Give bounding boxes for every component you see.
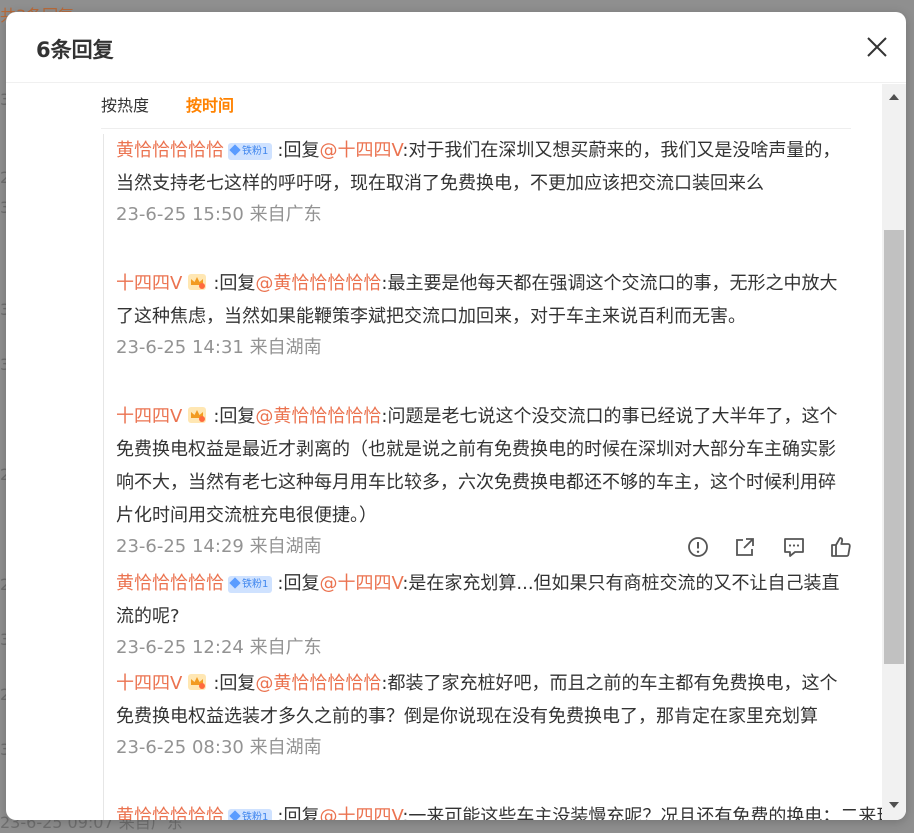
dialog-title: 6条回复 xyxy=(36,38,114,62)
tab-by-time[interactable]: 按时间 xyxy=(186,92,234,116)
comment-button[interactable] xyxy=(782,535,806,559)
share-button[interactable] xyxy=(733,535,757,559)
fan-badge: 铁粉1 xyxy=(228,809,273,820)
crown-badge-icon xyxy=(188,274,207,290)
reply-time: 23-6-25 12:24 xyxy=(116,637,244,658)
reply-username[interactable]: 黄恰恰恰恰恰 xyxy=(116,140,224,161)
reply-body: 十四四V:回复@黄恰恰恰恰恰:最主要是他每天都在强调这个交流口的事，无形之中放大… xyxy=(116,267,851,333)
reply-body: 黄恰恰恰恰恰 铁粉1 :回复@十四四V:一来可能这些车主没装慢充呢？况且还有免费的换… xyxy=(116,800,894,820)
diamond-icon xyxy=(229,577,241,589)
reply-username[interactable]: 十四四V xyxy=(116,273,182,294)
reply-source: 来自湖南 xyxy=(249,536,322,557)
fan-badge: 铁粉1 xyxy=(228,576,273,593)
scrollbar-thumb[interactable] xyxy=(884,230,904,664)
reply-username[interactable]: 十四四V xyxy=(116,673,182,694)
reply-text: :对于我们在深圳又想买蔚来的，我们又是没啥声量的，当然支持老七这样的呼吁呀，现在… xyxy=(116,140,841,194)
mention-link[interactable]: @十四四V xyxy=(319,573,402,594)
reply-time: 23-6-25 14:29 xyxy=(116,536,244,557)
reply-source: 来自湖南 xyxy=(249,337,322,358)
replies-dialog: 6条回复 按热度 按时间 黄恰恰恰恰恰 铁粉1:回复@十四四V:对于我们在深圳又想… xyxy=(6,12,906,820)
reply-body: 十四四V:回复@黄恰恰恰恰恰:问题是老七说这个没交流口的事已经说了大半年了，这个… xyxy=(116,400,851,532)
reply-prefix: :回复 xyxy=(213,406,256,427)
reply-item: 黄恰恰恰恰恰 铁粉1:回复@十四四V:是在家充划算...但如果只有商桩交流的又不让… xyxy=(116,567,851,663)
share-icon xyxy=(736,538,754,556)
reply-source: 来自湖南 xyxy=(249,737,322,758)
mention-link[interactable]: @黄恰恰恰恰恰 xyxy=(255,273,381,294)
tabs-divider xyxy=(101,128,851,129)
reply-meta: 23-6-25 12:24 来自广东 xyxy=(116,633,851,663)
reply-prefix: :回复 xyxy=(277,806,320,820)
reply-prefix: :回复 xyxy=(277,140,320,161)
reply-prefix: :回复 xyxy=(277,573,320,594)
scroll-down-arrow-icon[interactable] xyxy=(889,802,899,808)
report-icon xyxy=(688,537,708,557)
mention-link[interactable]: @黄恰恰恰恰恰 xyxy=(255,406,381,427)
scrollbar[interactable] xyxy=(882,84,906,820)
reply-source: 来自广东 xyxy=(249,637,322,658)
scroll-up-arrow-icon[interactable] xyxy=(889,94,899,100)
reply-body: 黄恰恰恰恰恰 铁粉1:回复@十四四V:是在家充划算...但如果只有商桩交流的又不让… xyxy=(116,567,851,633)
reply-prefix: :回复 xyxy=(213,673,256,694)
reply-item: 十四四V:回复@黄恰恰恰恰恰:最主要是他每天都在强调这个交流口的事，无形之中放大… xyxy=(116,267,851,363)
comment-icon xyxy=(784,538,804,557)
like-button[interactable] xyxy=(829,535,853,559)
tab-by-hot[interactable]: 按热度 xyxy=(101,92,149,116)
diamond-icon xyxy=(229,810,241,820)
fan-badge: 铁粉1 xyxy=(228,143,273,160)
close-icon xyxy=(867,37,887,57)
reply-meta: 23-6-25 08:30 来自湖南 xyxy=(116,733,851,763)
mention-link[interactable]: @十四四V xyxy=(319,806,402,820)
reply-username[interactable]: 黄恰恰恰恰恰 xyxy=(116,806,224,820)
report-button[interactable] xyxy=(686,535,710,559)
reply-time: 23-6-25 15:50 xyxy=(116,204,244,225)
crown-badge-icon xyxy=(188,674,207,690)
reply-item: 十四四V:回复@黄恰恰恰恰恰:都装了家充桩好吧，而且之前的车主都有免费换电，这个… xyxy=(116,667,851,763)
like-icon xyxy=(831,537,851,557)
reply-source: 来自广东 xyxy=(249,204,322,225)
reply-time: 23-6-25 08:30 xyxy=(116,737,244,758)
reply-meta: 23-6-25 14:31 来自湖南 xyxy=(116,333,851,363)
reply-item: 黄恰恰恰恰恰 铁粉1:回复@十四四V:对于我们在深圳又想买蔚来的，我们又是没啥声量… xyxy=(116,134,851,230)
reply-text: :是在家充划算...但如果只有商桩交流的又不让自己装直流的呢? xyxy=(116,573,840,627)
diamond-icon xyxy=(229,144,241,156)
reply-text: :一来可能这些车主没装慢充呢？况且还有免费的换电；二来现 xyxy=(402,806,895,820)
reply-body: 黄恰恰恰恰恰 铁粉1:回复@十四四V:对于我们在深圳又想买蔚来的，我们又是没啥声量… xyxy=(116,134,851,200)
close-button[interactable] xyxy=(864,34,890,60)
reply-prefix: :回复 xyxy=(213,273,256,294)
mention-link[interactable]: @黄恰恰恰恰恰 xyxy=(255,673,381,694)
reply-time: 23-6-25 14:31 xyxy=(116,337,244,358)
reply-body: 十四四V:回复@黄恰恰恰恰恰:都装了家充桩好吧，而且之前的车主都有免费换电，这个… xyxy=(116,667,851,733)
thread-line xyxy=(103,134,104,820)
mention-link[interactable]: @十四四V xyxy=(319,140,402,161)
reply-item: 黄恰恰恰恰恰 铁粉1 :回复@十四四V:一来可能这些车主没装慢充呢？况且还有免费的换… xyxy=(116,800,894,820)
crown-badge-icon xyxy=(188,407,207,423)
reply-username[interactable]: 黄恰恰恰恰恰 xyxy=(116,573,224,594)
header-divider xyxy=(6,82,906,83)
reply-meta: 23-6-25 15:50 来自广东 xyxy=(116,200,851,230)
reply-username[interactable]: 十四四V xyxy=(116,406,182,427)
